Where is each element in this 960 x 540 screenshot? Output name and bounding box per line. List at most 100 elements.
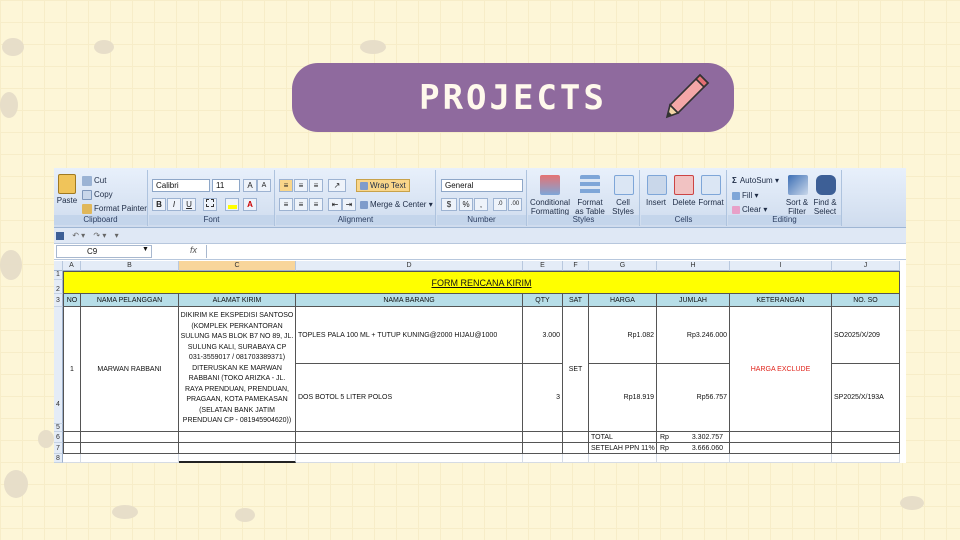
row8-g[interactable] [589,454,657,463]
row6-a[interactable] [63,432,81,443]
column-header-f[interactable]: F [563,261,589,271]
row7-f[interactable] [563,443,589,454]
format-painter-button[interactable]: Format Painter [82,204,147,214]
bold-button[interactable]: B [152,198,166,211]
row6-d[interactable] [296,432,523,443]
formula-input[interactable] [206,245,906,258]
row8-f[interactable] [563,454,589,463]
cell-item-2-so[interactable]: SP2025/X/193A [832,364,900,432]
row7-a[interactable] [63,443,81,454]
align-right-button[interactable]: ≡ [309,198,323,211]
ppn-label[interactable]: SETELAH PPN 11% [589,443,657,454]
font-name-select[interactable]: Calibri [152,179,210,192]
grow-font-button[interactable]: A [243,179,257,192]
borders-button[interactable] [203,198,217,211]
column-header-i[interactable]: I [730,261,832,271]
row-header-8[interactable]: 8 [54,454,63,463]
align-bottom-button[interactable]: ≡ [309,179,323,192]
cell-address[interactable]: DIKIRIM KE EKSPEDISI SANTOSO (KOMPLEK PE… [179,307,296,432]
row-header-6[interactable]: 6 [54,432,63,443]
cell-item-1-harga[interactable]: Rp1.082 [589,307,657,364]
autosum-button[interactable]: Σ AutoSum ▾ [732,176,779,185]
save-icon[interactable] [56,231,64,240]
format-as-table-button[interactable]: Format as Table [572,198,608,216]
row8-a[interactable] [63,454,81,463]
row7-j[interactable] [832,443,900,454]
font-color-button[interactable]: A [243,198,257,211]
percent-button[interactable]: % [459,198,473,211]
row-header-2[interactable]: 2 [54,280,63,294]
column-header-e[interactable]: E [523,261,563,271]
form-title-cell[interactable]: FORM RENCANA KIRIM [63,271,900,294]
header-keterangan[interactable]: KETERANGAN [730,294,832,307]
cell-item-2-jumlah[interactable]: Rp56.757 [657,364,730,432]
shrink-font-button[interactable]: A [257,179,271,192]
row8-j[interactable] [832,454,900,463]
cell-customer[interactable]: MARWAN RABBANI [81,307,179,432]
row7-c[interactable] [179,443,296,454]
font-size-select[interactable]: 11 [212,179,240,192]
name-box[interactable]: C9 [56,245,152,258]
currency-button[interactable]: $ [441,198,457,211]
fill-button[interactable]: Fill ▾ [732,191,758,200]
column-header-d[interactable]: D [296,261,523,271]
insert-button[interactable]: Insert [641,198,671,207]
number-format-select[interactable]: General [441,179,523,192]
cell-item-1-name[interactable]: TOPLES PALA 100 ML + TUTUP KUNING@2000 H… [296,307,523,364]
column-header-c[interactable]: C [179,261,296,271]
column-header-g[interactable]: G [589,261,657,271]
italic-button[interactable]: I [167,198,181,211]
row6-c[interactable] [179,432,296,443]
cell-styles-button[interactable]: Cell Styles [608,198,638,216]
header-qty[interactable]: QTY [523,294,563,307]
column-header-a[interactable]: A [63,261,81,271]
align-top-button[interactable]: ≡ [279,179,293,192]
sort-filter-button[interactable]: Sort & Filter [782,198,812,216]
header-sat[interactable]: SAT [563,294,589,307]
header-jumlah[interactable]: JUMLAH [657,294,730,307]
cell-keterangan[interactable]: HARGA EXCLUDE [730,307,832,432]
cell-sat[interactable]: SET [563,307,589,432]
clear-button[interactable]: Clear ▾ [732,205,767,214]
row8-b[interactable] [81,454,179,463]
increase-decimal-button[interactable]: .0 [493,198,507,211]
row7-i[interactable] [730,443,832,454]
cell-item-1-so[interactable]: SO2025/X/209 [832,307,900,364]
fx-icon[interactable]: fx [190,245,197,255]
total-label[interactable]: TOTAL [589,432,657,443]
cut-button[interactable]: Cut [82,176,106,186]
row-header-7[interactable]: 7 [54,443,63,454]
row6-b[interactable] [81,432,179,443]
cell-no[interactable]: 1 [63,307,81,432]
fill-color-button[interactable] [225,198,239,211]
align-left-button[interactable]: ≡ [279,198,293,211]
row8-h[interactable] [657,454,730,463]
underline-button[interactable]: U [182,198,196,211]
header-nama-pelanggan[interactable]: NAMA PELANGGAN [81,294,179,307]
orientation-button[interactable]: ↗ [328,179,346,192]
row8-d[interactable] [296,454,523,463]
row8-e[interactable] [523,454,563,463]
merge-center-button[interactable]: Merge & Center ▾ [360,200,433,209]
increase-indent-button[interactable]: ⇥ [342,198,356,211]
ppn-value-cell[interactable]: Rp 3.666.060 [657,443,730,454]
select-all-corner[interactable] [54,261,63,271]
format-button[interactable]: Format [696,198,726,207]
decrease-decimal-button[interactable]: .00 [508,198,522,211]
cell-item-2-harga[interactable]: Rp18.919 [589,364,657,432]
cell-item-1-jumlah[interactable]: Rp3.246.000 [657,307,730,364]
align-middle-button[interactable]: ≡ [294,179,308,192]
cell-item-1-qty[interactable]: 3.000 [523,307,563,364]
redo-icon[interactable]: ↷ ▾ [93,231,106,240]
copy-button[interactable]: Copy [82,190,113,200]
decrease-indent-button[interactable]: ⇤ [328,198,342,211]
row7-e[interactable] [523,443,563,454]
row8-i[interactable] [730,454,832,463]
name-box-dropdown-icon[interactable]: ▼ [142,246,149,253]
row6-e[interactable] [523,432,563,443]
row6-j[interactable] [832,432,900,443]
column-header-b[interactable]: B [81,261,179,271]
cell-item-2-qty[interactable]: 3 [523,364,563,432]
conditional-formatting-button[interactable]: Conditional Formatting [528,198,572,216]
header-harga[interactable]: HARGA [589,294,657,307]
